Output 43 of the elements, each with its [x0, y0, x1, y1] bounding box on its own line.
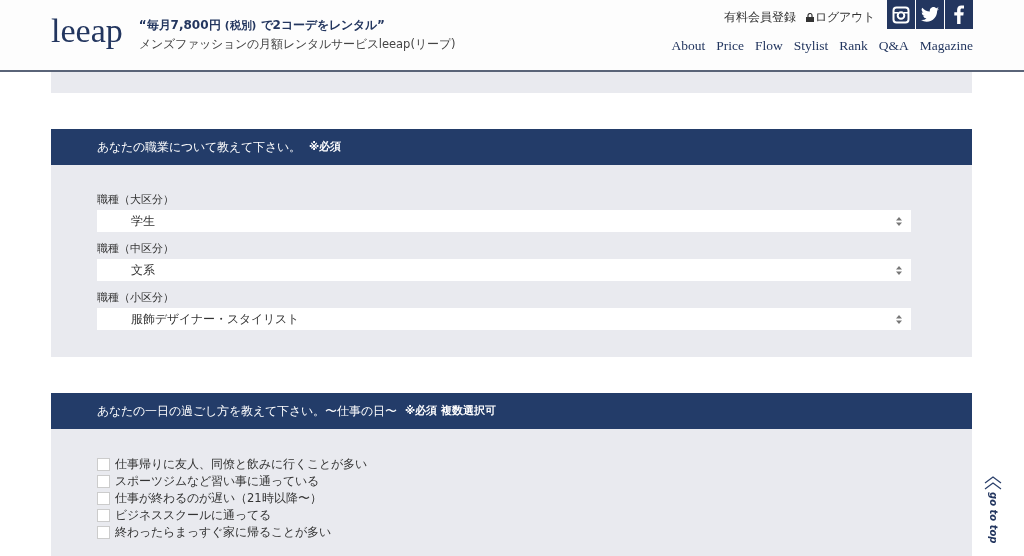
instagram-icon	[892, 5, 910, 24]
instagram-button[interactable]	[887, 0, 915, 29]
logout-link[interactable]: ログアウト	[806, 10, 875, 25]
checkbox[interactable]	[97, 457, 110, 471]
checkbox[interactable]	[97, 491, 110, 505]
checkbox-option[interactable]: ビジネススクールに通ってる	[97, 508, 911, 522]
nav-link[interactable]: Stylist	[793, 38, 829, 54]
checkbox-option[interactable]: 終わったらまっすぐ家に帰ることが多い	[97, 525, 911, 539]
checkbox[interactable]	[97, 474, 110, 488]
updown-icon	[896, 265, 902, 275]
nav-link[interactable]: Rank	[839, 38, 868, 54]
section-title: あなたの一日の過ごし方を教えて下さい。〜仕事の日〜	[97, 402, 397, 420]
updown-icon	[896, 314, 902, 324]
checkbox-option[interactable]: 仕事が終わるのが遅い（21時以降〜）	[97, 491, 911, 505]
subtitle: メンズファッションの月額レンタルサービスleeap(リープ)	[138, 36, 456, 52]
lock-icon	[806, 13, 814, 22]
section-title: あなたの職業について教えて下さい。	[97, 138, 301, 156]
double-chevron-up-icon	[984, 476, 1002, 490]
field-label: 職種（小区分）	[97, 291, 175, 305]
select-field[interactable]: 文系	[97, 259, 911, 281]
checkbox[interactable]	[97, 525, 110, 539]
checkbox-option[interactable]: スポーツジムなど習い事に通っている	[97, 474, 911, 488]
facebook-button[interactable]	[945, 0, 973, 29]
checkbox[interactable]	[97, 508, 110, 522]
go-to-top-link[interactable]: go to top	[984, 476, 1002, 544]
site-logo[interactable]: leeap	[51, 12, 123, 50]
required-note: ※必須	[309, 140, 342, 154]
select-field[interactable]: 服飾デザイナー・スタイリスト	[97, 308, 911, 330]
bird-icon	[921, 7, 939, 22]
field-label: 職種（中区分）	[97, 242, 175, 256]
twitter-button[interactable]	[916, 0, 944, 29]
field-label: 職種（大区分）	[97, 193, 175, 207]
nav-link[interactable]: Magazine	[919, 38, 973, 54]
select-field[interactable]: 学生	[97, 210, 911, 232]
required-note: ※必須 複数選択可	[405, 404, 496, 418]
nav-link[interactable]: Flow	[755, 38, 783, 54]
nav-link[interactable]: Q&A	[878, 38, 909, 54]
nav-link[interactable]: Price	[716, 38, 744, 54]
register-link[interactable]: 有料会員登録	[724, 10, 796, 25]
facebook-f-icon	[954, 5, 964, 24]
checkbox-option[interactable]: 仕事帰りに友人、同僚と飲みに行くことが多い	[97, 457, 911, 471]
updown-icon	[896, 216, 902, 226]
nav-link[interactable]: About	[671, 38, 706, 54]
